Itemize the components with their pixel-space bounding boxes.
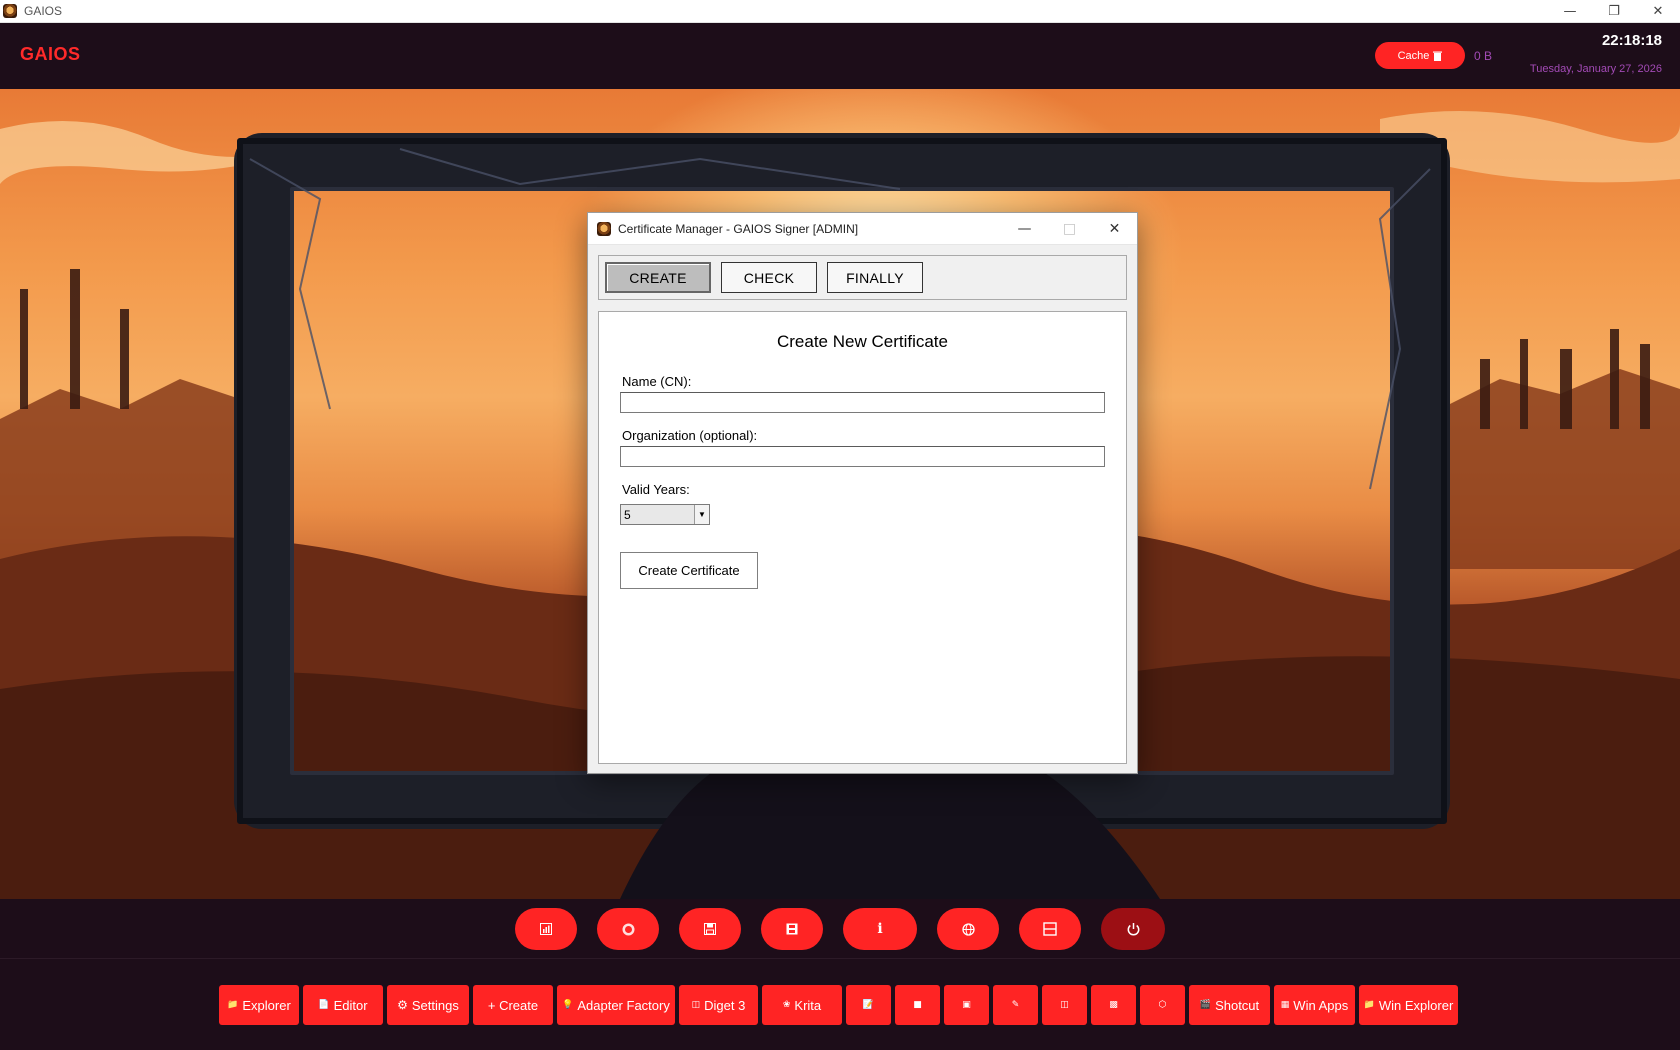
globe-icon: [961, 922, 975, 936]
panel-heading: Create New Certificate: [776, 332, 948, 351]
taskbar-label: Shotcut: [1215, 997, 1260, 1013]
bulb-icon: 💡: [562, 1000, 574, 1010]
taskbar-explorer[interactable]: 📁 Explorer: [219, 985, 299, 1025]
taskbar-label: Diget 3: [704, 997, 746, 1013]
taskbar-label: Editor: [333, 997, 368, 1013]
taskbar-diget-3[interactable]: ◫ Diget 3: [679, 985, 758, 1025]
lion-app-icon: [597, 221, 611, 236]
brush-icon: ❀: [782, 1000, 791, 1010]
name-label: Name (CN):: [622, 374, 692, 389]
dialog-titlebar: Certificate Manager - GAIOS Signer [ADMI…: [588, 213, 1137, 245]
cache-size: 0 B: [1474, 49, 1493, 63]
package-icon: ▣: [962, 1000, 971, 1010]
taskbar-package[interactable]: ▣: [944, 985, 989, 1025]
valid-years-value: 5: [624, 507, 631, 522]
organization-label: Organization (optional):: [622, 428, 758, 443]
chevron-down-icon[interactable]: ▼: [694, 505, 709, 524]
disk-icon: [786, 923, 798, 935]
taskbar-editor[interactable]: 📄 Editor: [303, 985, 383, 1025]
dock-layout-button[interactable]: [1019, 908, 1081, 950]
taskbar-win-explorer[interactable]: 📁 Win Explorer: [1359, 985, 1458, 1025]
taskbar-label: Win Explorer: [1378, 997, 1454, 1013]
frame-icon: ◫: [691, 1000, 701, 1010]
taskbar-label: Krita: [794, 997, 822, 1013]
chart-icon: [540, 923, 552, 935]
tab-finally[interactable]: FINALLY: [827, 262, 923, 293]
os-window-title: GAIOS: [24, 4, 63, 18]
cube-icon: ⬡: [1158, 1000, 1167, 1010]
valid-years-select[interactable]: 5 ▼: [620, 504, 710, 525]
clock-time: 22:18:18: [1601, 32, 1662, 49]
dialog-title: Certificate Manager - GAIOS Signer [ADMI…: [618, 221, 859, 236]
app-header: GAIOS Cache 0 B 22:18:18 Tuesday, Januar…: [0, 23, 1680, 89]
window-icon: ▦: [1280, 1000, 1290, 1010]
taskbar-label: Explorer: [242, 997, 291, 1013]
taskbar-frame[interactable]: ▩: [1091, 985, 1136, 1025]
taskbar-pen[interactable]: ✎: [993, 985, 1038, 1025]
folder-icon: 📁: [227, 1000, 239, 1010]
taskbar-notes[interactable]: 📝: [846, 985, 891, 1025]
create-certificate-panel: Create New Certificate Name (CN): Organi…: [598, 311, 1127, 764]
clock-date: Tuesday, January 27, 2026: [1529, 63, 1662, 75]
folder-icon: 📁: [1363, 1000, 1375, 1010]
quick-dock: i: [0, 899, 1680, 958]
pen-icon: ✎: [1011, 1000, 1020, 1010]
power-icon: [1127, 922, 1139, 936]
tab-check[interactable]: CHECK: [721, 262, 817, 293]
taskbar-label: Adapter Factory: [577, 997, 670, 1013]
taskbar-create[interactable]: + Create: [473, 985, 553, 1025]
cache-clear-button[interactable]: Cache: [1375, 42, 1465, 69]
gear-icon: ⚙: [397, 998, 408, 1012]
os-window-controls: — ❐ ✕: [1548, 0, 1680, 23]
trash-icon: ◫: [1060, 1000, 1069, 1010]
valid-years-label: Valid Years:: [622, 482, 690, 497]
dock-record-button[interactable]: [597, 908, 659, 950]
minimize-icon[interactable]: —: [1002, 214, 1047, 244]
frame-icon: ▩: [1109, 1000, 1118, 1010]
brand-logo: GAIOS: [20, 44, 81, 64]
layout-icon: [1043, 922, 1057, 936]
dock-globe-button[interactable]: [937, 908, 999, 950]
dock-stats-button[interactable]: [515, 908, 577, 950]
close-icon[interactable]: ✕: [1636, 0, 1680, 23]
document-icon: 📄: [318, 1000, 330, 1010]
note-icon: 📝: [862, 1000, 875, 1010]
taskbar-adapter-factory[interactable]: 💡 Adapter Factory: [557, 985, 675, 1025]
taskbar-win-apps[interactable]: ▦ Win Apps: [1274, 985, 1355, 1025]
taskbar-settings[interactable]: ⚙ Settings: [387, 985, 469, 1025]
cache-label: Cache: [1397, 49, 1430, 62]
taskbar-shotcut[interactable]: 🎬 Shotcut: [1189, 985, 1270, 1025]
name-input[interactable]: [620, 392, 1105, 413]
taskbar-cube[interactable]: ⬡: [1140, 985, 1185, 1025]
taskbar-label: Win Apps: [1293, 997, 1349, 1013]
taskbar-label: + Create: [487, 997, 539, 1013]
create-certificate-button[interactable]: Create Certificate: [620, 552, 758, 589]
record-icon: [622, 923, 634, 935]
disk-icon: ■: [913, 1000, 922, 1010]
tab-create[interactable]: CREATE: [605, 262, 711, 293]
dock-save-button[interactable]: [679, 908, 741, 950]
certificate-manager-dialog: Certificate Manager - GAIOS Signer [ADMI…: [587, 212, 1138, 774]
taskbar-disk[interactable]: ■: [895, 985, 940, 1025]
app-taskbar: 📁 Explorer 📄 Editor ⚙ Settings + Create …: [0, 959, 1680, 1050]
dock-power-button[interactable]: [1101, 908, 1165, 950]
taskbar-label: Settings: [411, 997, 459, 1013]
restore-icon[interactable]: ❐: [1592, 0, 1636, 23]
os-titlebar: GAIOS — ❐ ✕: [0, 0, 1680, 23]
maximize-icon: □: [1062, 220, 1077, 237]
clapper-icon: 🎬: [1199, 1000, 1212, 1010]
minimize-icon[interactable]: —: [1548, 0, 1592, 23]
taskbar-krita[interactable]: ❀ Krita: [762, 985, 842, 1025]
dialog-window-controls: — □ ✕: [1002, 214, 1137, 244]
taskbar-trash[interactable]: ◫: [1042, 985, 1087, 1025]
organization-input[interactable]: [620, 446, 1105, 467]
info-icon: i: [877, 921, 883, 937]
dock-disk-button[interactable]: [761, 908, 823, 950]
tab-strip: CREATE CHECK FINALLY: [598, 255, 1127, 300]
lion-app-icon: [3, 4, 17, 18]
dock-info-button[interactable]: i: [843, 908, 917, 950]
trash-icon: [1433, 51, 1443, 61]
save-icon: [704, 923, 716, 935]
close-icon[interactable]: ✕: [1092, 214, 1137, 244]
